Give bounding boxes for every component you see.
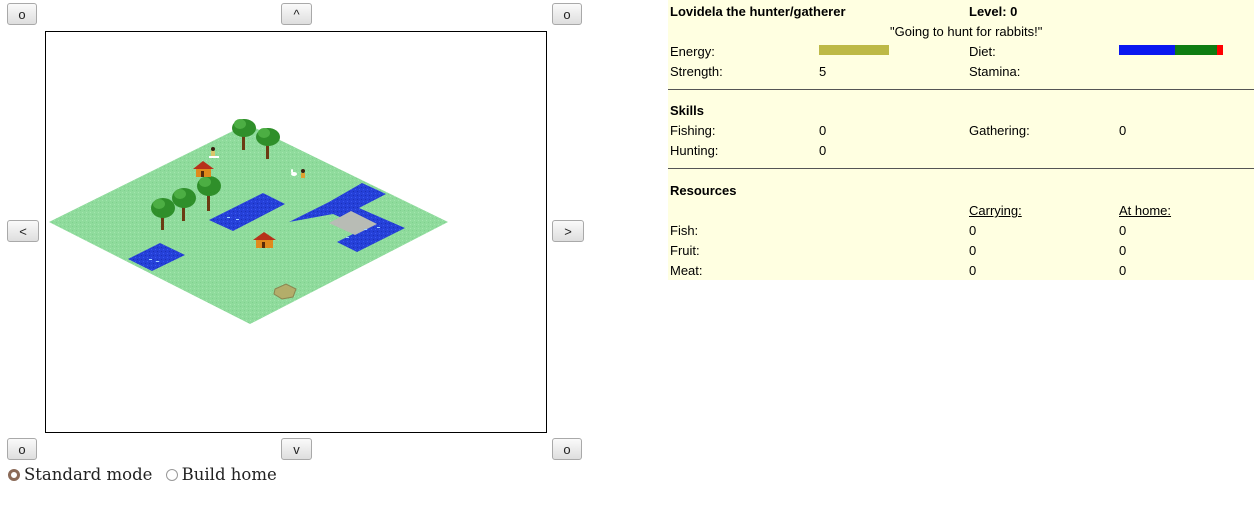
hunting-value: 0	[819, 143, 827, 158]
diet-label: Diet:	[969, 44, 996, 59]
diet-segment-fruit	[1175, 45, 1217, 55]
diet-segment-meat	[1217, 45, 1223, 55]
skills-heading: Skills	[670, 103, 704, 118]
stamina-label: Stamina:	[969, 64, 1021, 79]
hunter-character[interactable]	[301, 169, 305, 178]
strength-value: 5	[819, 64, 827, 79]
character-name: Lovidela the hunter/gatherer	[670, 4, 846, 19]
energy-label: Energy:	[670, 44, 715, 59]
resource-carrying-meat: 0	[969, 263, 977, 278]
resource-label-meat: Meat:	[670, 263, 703, 278]
build-home-option[interactable]: Build home	[165, 465, 277, 484]
corner-bottom-left-button[interactable]: o	[7, 438, 37, 460]
corner-top-left-button[interactable]: o	[7, 3, 37, 25]
corner-top-right-button[interactable]: o	[552, 3, 582, 25]
gathering-value: 0	[1119, 123, 1127, 138]
build-home-radio[interactable]	[165, 468, 178, 481]
resource-home-fish: 0	[1119, 223, 1127, 238]
resource-label-fruit: Fruit:	[670, 243, 700, 258]
hunting-label: Hunting:	[670, 143, 719, 158]
resource-home-fruit: 0	[1119, 243, 1127, 258]
diet-bar	[1119, 45, 1223, 55]
standard-mode-option[interactable]: Standard mode	[8, 465, 152, 484]
resource-home-meat: 0	[1119, 263, 1127, 278]
scroll-right-button[interactable]: >	[552, 220, 584, 242]
scroll-down-button[interactable]: v	[281, 438, 312, 460]
gathering-label: Gathering:	[969, 123, 1030, 138]
standard-mode-label[interactable]: Standard mode	[24, 465, 152, 484]
scroll-left-button[interactable]: <	[7, 220, 39, 242]
character-level: Level: 0	[969, 4, 1018, 19]
at-home-column-header: At home:	[1119, 203, 1172, 218]
standard-mode-radio[interactable]	[8, 468, 20, 481]
carrying-column-header: Carrying:	[969, 203, 1022, 218]
energy-bar	[819, 45, 889, 55]
character-status: "Going to hunt for rabbits!"	[890, 24, 1043, 39]
game-viewport[interactable]	[45, 31, 547, 433]
divider	[668, 168, 1254, 169]
resource-label-fish: Fish:	[670, 223, 699, 238]
character-panel: Lovidela the hunter/gatherer Level: 0 "G…	[668, 0, 1254, 280]
diet-segment-fish	[1119, 45, 1175, 55]
resource-carrying-fruit: 0	[969, 243, 977, 258]
corner-bottom-right-button[interactable]: o	[552, 438, 582, 460]
divider	[668, 89, 1254, 90]
fishing-label: Fishing:	[670, 123, 716, 138]
mode-selector: Standard mode Build home	[8, 465, 285, 485]
resource-carrying-fish: 0	[969, 223, 977, 238]
resources-heading: Resources	[670, 183, 737, 198]
scroll-up-button[interactable]: ^	[281, 3, 312, 25]
fishing-value: 0	[819, 123, 827, 138]
strength-label: Strength:	[670, 64, 723, 79]
build-home-label[interactable]: Build home	[182, 465, 277, 484]
game-map[interactable]	[46, 32, 547, 433]
